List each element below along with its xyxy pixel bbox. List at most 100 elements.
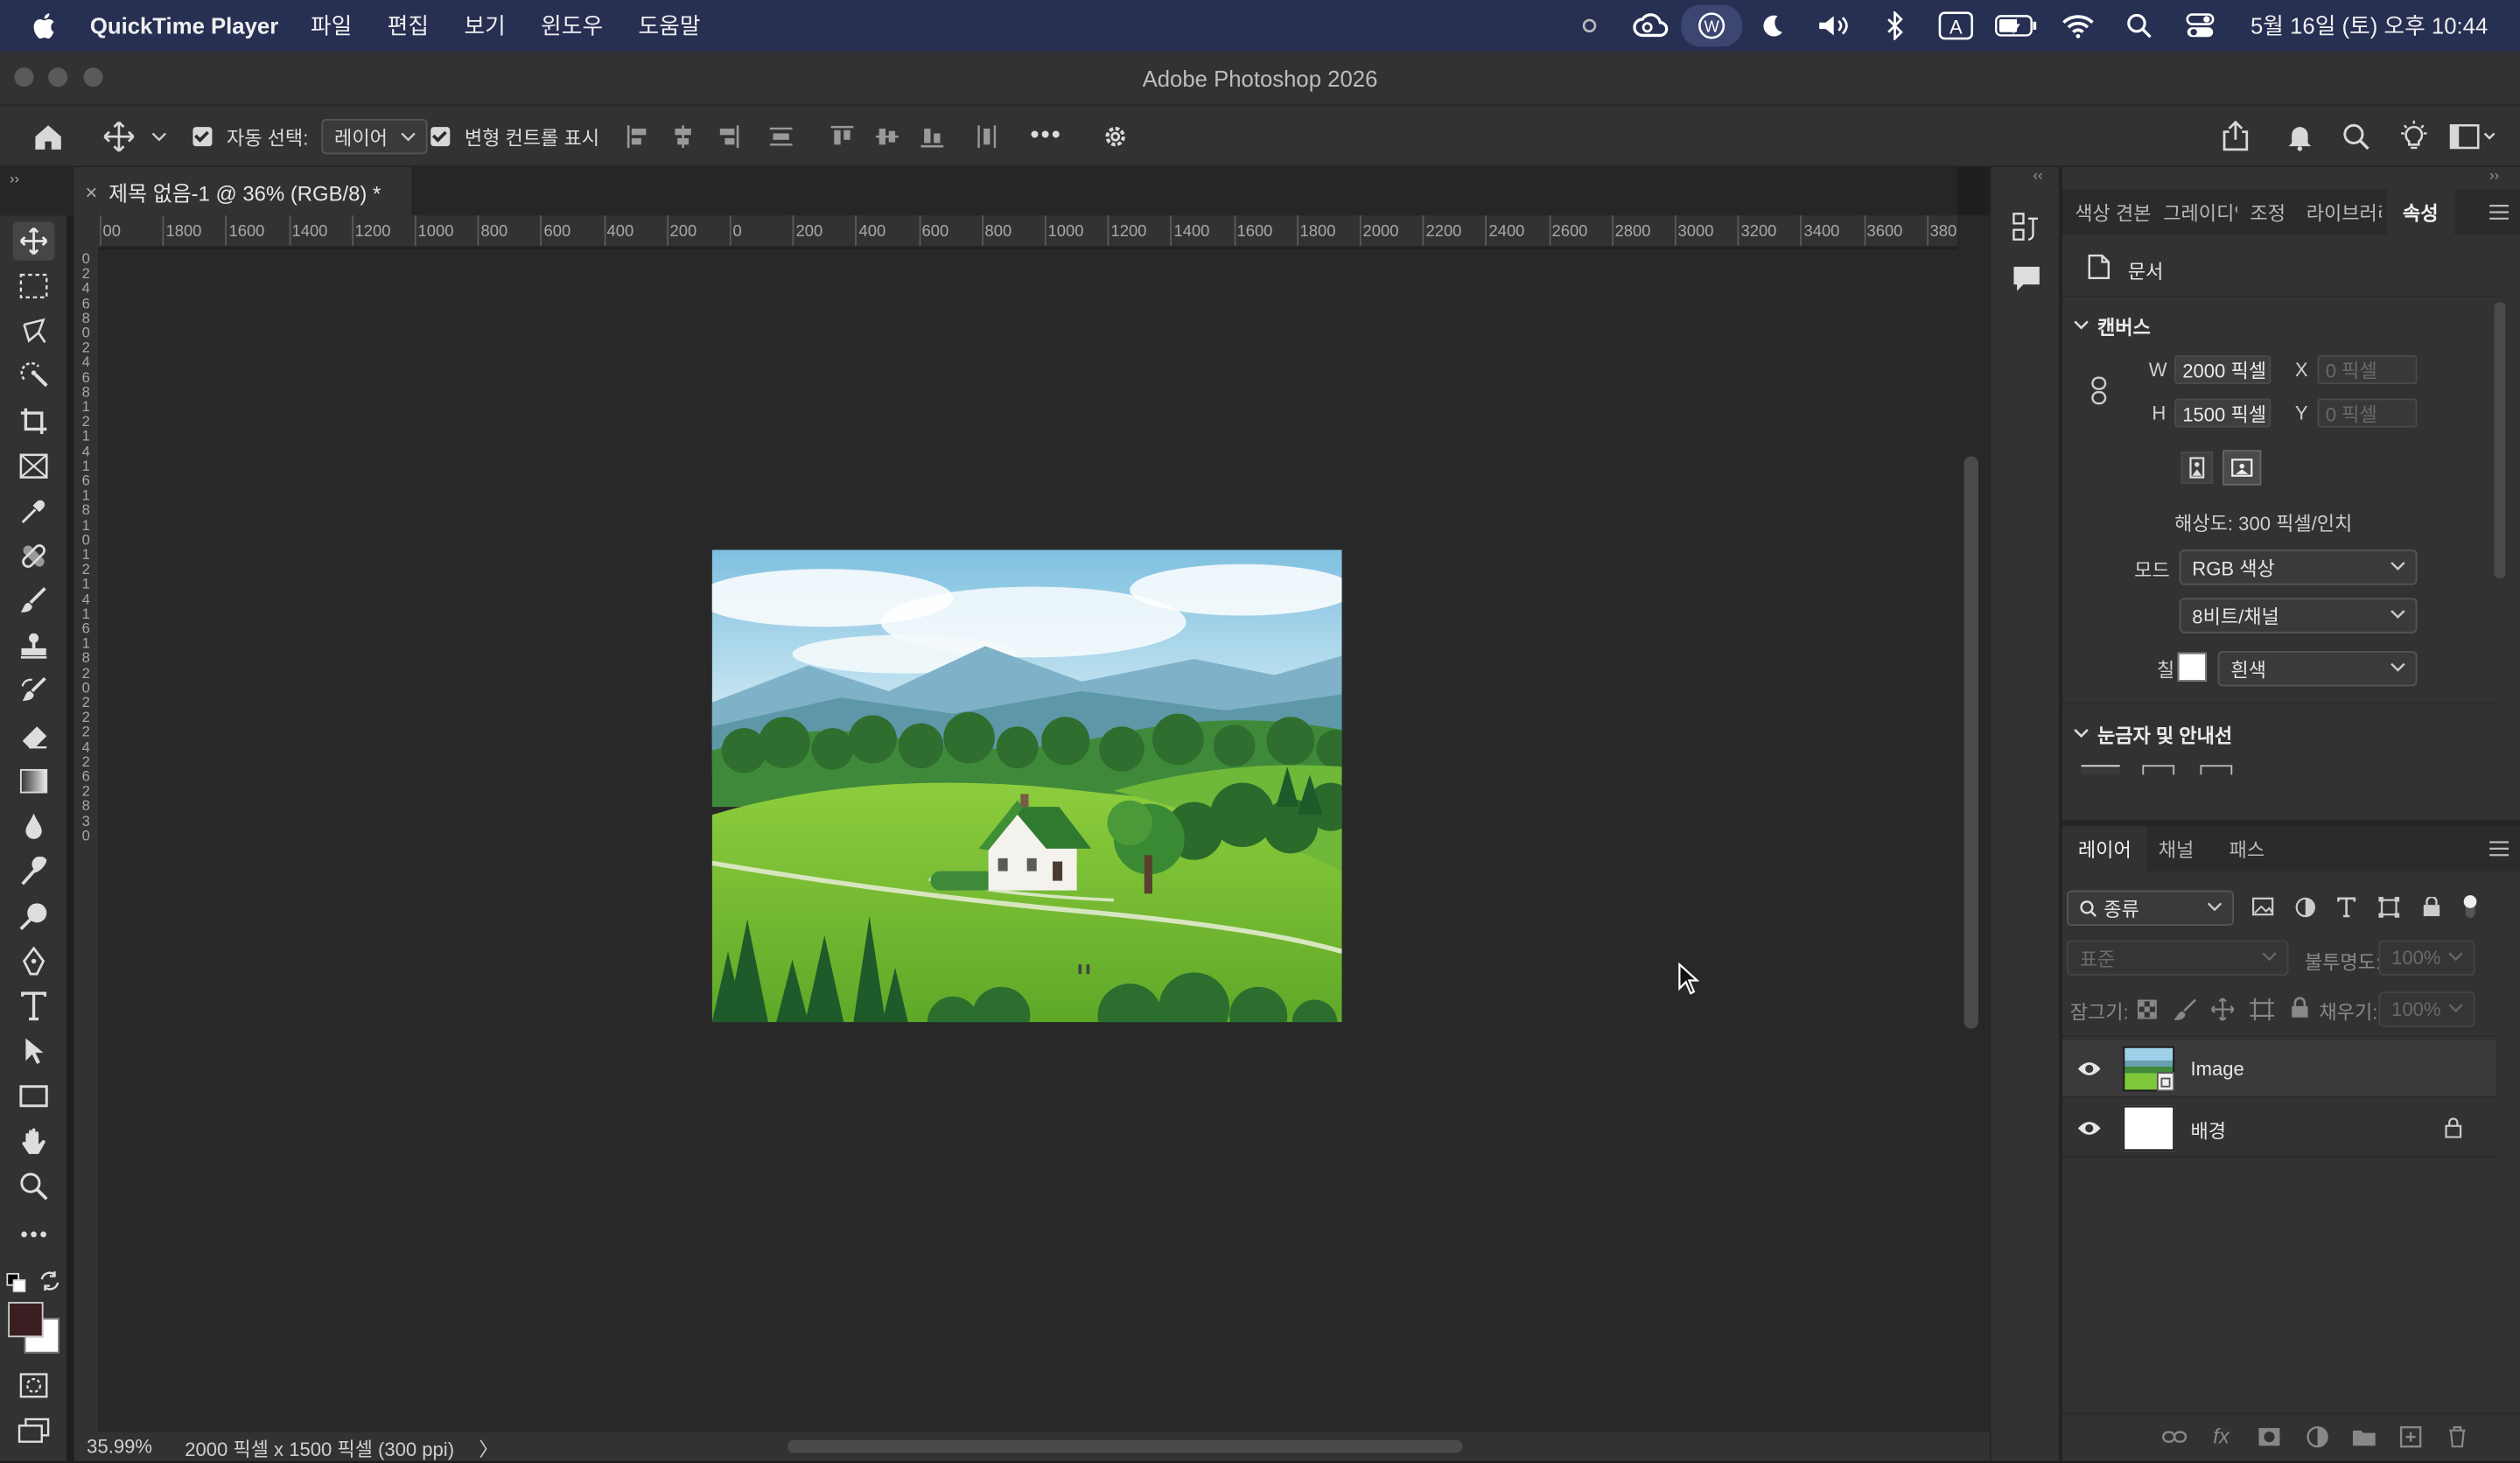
align-middle-v-icon[interactable] [874, 106, 900, 167]
layer-name-background[interactable]: 배경 [2190, 1117, 2226, 1144]
bit-depth-select[interactable]: 8비트/채널 [2179, 598, 2418, 634]
eraser-tool-icon[interactable] [13, 717, 55, 755]
eye-visibility-icon[interactable] [2076, 1060, 2102, 1079]
filter-type-icon[interactable] [2337, 897, 2356, 918]
wifi-icon[interactable] [2048, 0, 2110, 52]
landscape-image[interactable] [711, 550, 1342, 1023]
tab-channels[interactable]: 채널 [2159, 826, 2194, 871]
notifications-bell-icon[interactable] [2286, 106, 2314, 167]
lock-transparent-icon[interactable] [2137, 999, 2157, 1019]
type-tool-icon[interactable] [13, 987, 55, 1026]
layer-name-image[interactable]: Image [2190, 1058, 2244, 1081]
default-colors-icon[interactable] [6, 1272, 26, 1292]
lock-artboard-icon[interactable] [2250, 998, 2274, 1021]
properties-scrollbar-thumb[interactable] [2494, 302, 2506, 579]
ruler-icon[interactable] [2081, 765, 2120, 775]
workspace-layout-icon[interactable] [2449, 106, 2497, 167]
close-document-button[interactable]: × [85, 179, 97, 204]
collapse-panels-icon[interactable]: ‹‹ [2033, 167, 2042, 183]
chevron-down-icon[interactable] [151, 106, 167, 167]
grid-icon[interactable] [2142, 765, 2175, 775]
healing-brush-tool-icon[interactable] [13, 537, 55, 576]
auto-select-dropdown[interactable]: 레이어 [321, 106, 428, 167]
eyedropper-tool-icon[interactable] [13, 492, 55, 530]
canvas-x-input[interactable]: 0 픽셀 [2317, 354, 2418, 385]
layer-row-image[interactable]: Image [2062, 1040, 2496, 1098]
status-menu-arrow[interactable]: 〉 [479, 1435, 498, 1462]
align-bottom-icon[interactable] [920, 106, 945, 167]
pen-tool-icon[interactable] [13, 942, 55, 980]
tab-gradients[interactable]: 그레이디언 [2163, 190, 2236, 234]
more-options-button[interactable]: ••• [1030, 106, 1061, 167]
layer-row-background[interactable]: 배경 [2062, 1099, 2496, 1158]
chevron-down-icon[interactable] [2073, 318, 2089, 332]
fill-select[interactable]: 흰색 [2217, 650, 2418, 687]
filter-smart-object-icon[interactable] [2422, 896, 2441, 918]
battery-icon[interactable] [1987, 0, 2048, 52]
search-icon[interactable] [2342, 106, 2370, 167]
align-left-icon[interactable] [625, 106, 650, 167]
screen-mode-icon[interactable] [13, 1411, 55, 1450]
object-selection-tool-icon[interactable] [13, 357, 55, 396]
lasso-tool-icon[interactable] [13, 312, 55, 350]
menubar-clock[interactable]: 5월 16일 (토) 오후 10:44 [2231, 10, 2520, 42]
tab-swatches[interactable]: 색상 견본 [2075, 190, 2151, 234]
lock-position-icon[interactable] [2211, 998, 2235, 1021]
apple-menu-icon[interactable] [0, 11, 90, 40]
comments-panel-icon[interactable] [2012, 263, 2041, 292]
eye-visibility-icon[interactable] [2076, 1118, 2102, 1138]
history-panel-icon[interactable] [2012, 212, 2041, 241]
tab-layers[interactable]: 레이어 [2062, 826, 2148, 872]
distribute-horizontal-icon[interactable] [974, 106, 999, 167]
color-mode-select[interactable]: RGB 색상 [2179, 550, 2418, 585]
filter-toggle-switch[interactable] [2462, 893, 2478, 919]
spotlight-search-icon[interactable] [2109, 0, 2170, 52]
menu-window[interactable]: 윈도우 [541, 10, 603, 42]
vertical-scrollbar-thumb[interactable] [1964, 456, 1979, 1029]
link-dimensions-icon[interactable] [2090, 376, 2109, 405]
move-tool-icon[interactable] [12, 221, 55, 261]
chevron-down-icon[interactable] [2073, 726, 2089, 739]
brush-tool-icon[interactable] [13, 582, 55, 620]
new-adjustment-icon[interactable] [2306, 1425, 2329, 1448]
add-mask-icon[interactable] [2258, 1427, 2281, 1446]
document-tab[interactable]: × 제목 없음-1 @ 36% (RGB/8) * [74, 167, 412, 216]
fill-color-swatch[interactable] [2177, 652, 2207, 682]
portrait-orientation-icon[interactable] [2180, 452, 2214, 484]
dodge-tool-icon[interactable] [13, 852, 55, 891]
menu-edit[interactable]: 편집 [388, 10, 429, 42]
creative-cloud-icon[interactable] [1620, 0, 1682, 52]
gradient-tool-icon[interactable] [13, 762, 55, 801]
layer-filter-select[interactable]: 종류 [2067, 890, 2235, 927]
fx-icon[interactable]: fx [2213, 1424, 2230, 1448]
guides-icon[interactable] [2200, 765, 2233, 775]
tab-libraries[interactable]: 라이브러리 [2306, 190, 2382, 234]
filter-adjustment-icon[interactable] [2295, 897, 2316, 918]
app-name-menu[interactable]: QuickTime Player [90, 13, 278, 38]
align-top-icon[interactable] [830, 106, 855, 167]
expand-toolbar-icon[interactable]: ›› [10, 171, 19, 186]
zoom-tool-icon[interactable] [13, 1167, 55, 1206]
collapse-right-dock-icon[interactable]: ›› [2489, 167, 2499, 183]
guides-section-title[interactable]: 눈금자 및 안내선 [2097, 722, 2232, 749]
sponge-tool-icon[interactable] [13, 897, 55, 935]
filter-pixel-icon[interactable] [2251, 897, 2274, 916]
record-dot-icon[interactable] [1559, 0, 1620, 52]
hand-tool-icon[interactable] [13, 1122, 55, 1160]
clone-stamp-tool-icon[interactable] [13, 626, 55, 665]
crop-tool-icon[interactable] [13, 402, 55, 440]
edit-toolbar-icon[interactable] [13, 1215, 55, 1254]
discover-lightbulb-icon[interactable] [2398, 106, 2430, 167]
marquee-tool-icon[interactable] [13, 267, 55, 305]
foreground-color-swatch[interactable] [8, 1301, 44, 1338]
input-source-icon[interactable]: A [1926, 0, 1987, 52]
landscape-orientation-icon[interactable] [2222, 450, 2262, 486]
blur-tool-icon[interactable] [13, 807, 55, 845]
zoom-level[interactable]: 35.99% [87, 1435, 152, 1458]
panel-menu-icon[interactable] [2489, 190, 2510, 234]
delete-layer-icon[interactable] [2447, 1425, 2467, 1448]
canvas-y-input[interactable]: 0 픽셀 [2317, 398, 2418, 428]
opacity-input[interactable]: 100% [2378, 940, 2475, 976]
quick-mask-icon[interactable] [13, 1366, 55, 1404]
frame-tool-icon[interactable] [13, 447, 55, 486]
